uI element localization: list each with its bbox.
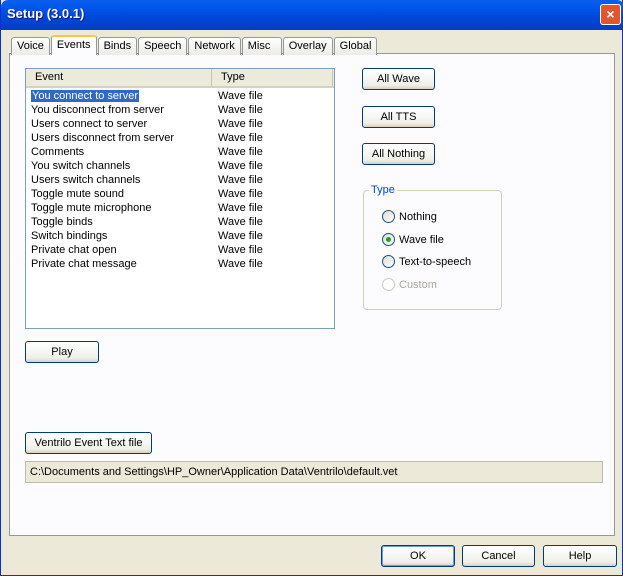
tab-global[interactable]: Global — [333, 37, 378, 55]
all-tts-button[interactable]: All TTS — [362, 106, 435, 128]
event-text-file-button[interactable]: Ventrilo Event Text file — [25, 432, 152, 454]
event-name: Users connect to server — [31, 118, 148, 130]
event-type: Wave file — [218, 160, 263, 172]
title-bar: Setup (3.0.1) — [1, 0, 623, 30]
radio-text-to-speech[interactable]: Text-to-speech — [382, 255, 471, 268]
help-button[interactable]: Help — [543, 545, 617, 567]
event-type: Wave file — [218, 216, 263, 228]
ok-button[interactable]: OK — [381, 545, 455, 567]
event-file-path: C:\Documents and Settings\HP_Owner\Appli… — [25, 461, 603, 483]
event-name: You switch channels — [31, 160, 131, 172]
event-type: Wave file — [218, 188, 263, 200]
radio-icon — [382, 278, 395, 291]
event-name: Toggle mute microphone — [31, 202, 152, 214]
radio-label: Nothing — [399, 210, 437, 223]
list-item[interactable]: You disconnect from server Wave file — [26, 103, 334, 117]
type-group: Type Nothing Wave file Text-to-speech Cu… — [363, 184, 502, 310]
list-item[interactable]: Toggle mute sound Wave file — [26, 187, 334, 201]
event-type: Wave file — [218, 132, 263, 144]
tab-binds[interactable]: Binds — [97, 37, 138, 55]
list-item[interactable]: Toggle mute microphone Wave file — [26, 201, 334, 215]
event-list[interactable]: Event Type You connect to server Wave fil… — [25, 68, 335, 329]
event-name: You connect to server — [31, 90, 139, 102]
tab-overlay[interactable]: Overlay — [282, 37, 333, 55]
radio-icon — [382, 255, 395, 268]
event-name: Toggle mute sound — [31, 188, 124, 200]
event-name: You disconnect from server — [31, 104, 164, 116]
event-name: Users switch channels — [31, 174, 141, 186]
event-name: Users disconnect from server — [31, 132, 175, 144]
list-item[interactable]: Private chat message Wave file — [26, 257, 334, 271]
tab-events[interactable]: Events — [50, 35, 97, 55]
event-type: Wave file — [218, 90, 263, 102]
play-button[interactable]: Play — [25, 341, 99, 363]
list-item[interactable]: Switch bindings Wave file — [26, 229, 334, 243]
event-type: Wave file — [218, 104, 263, 116]
column-event[interactable]: Event — [26, 69, 212, 86]
list-header: Event Type — [26, 69, 334, 88]
event-name: Private chat message — [31, 258, 137, 270]
column-type[interactable]: Type — [212, 69, 333, 86]
list-item[interactable]: Users disconnect from server Wave file — [26, 131, 334, 145]
event-type: Wave file — [218, 118, 263, 130]
window-title: Setup (3.0.1) — [7, 6, 85, 21]
event-type: Wave file — [218, 258, 263, 270]
tab-misc[interactable]: Misc — [241, 37, 282, 55]
setup-window: Setup (3.0.1) × Voice Events Binds Speec… — [0, 0, 623, 576]
list-item[interactable]: Comments Wave file — [26, 145, 334, 159]
radio-label: Wave file — [399, 233, 444, 246]
list-item[interactable]: You switch channels Wave file — [26, 159, 334, 173]
list-item[interactable]: Toggle binds Wave file — [26, 215, 334, 229]
event-type: Wave file — [218, 202, 263, 214]
radio-custom: Custom — [382, 278, 437, 291]
cancel-button[interactable]: Cancel — [462, 545, 535, 567]
tab-network[interactable]: Network — [188, 37, 241, 55]
all-nothing-button[interactable]: All Nothing — [362, 143, 435, 165]
radio-wave-file[interactable]: Wave file — [382, 233, 444, 246]
event-name: Comments — [31, 146, 85, 158]
list-item[interactable]: Private chat open Wave file — [26, 243, 334, 257]
list-item[interactable]: Users connect to server Wave file — [26, 117, 334, 131]
tab-bar: Voice Events Binds Speech Network Misc O… — [11, 35, 378, 55]
close-icon[interactable]: × — [600, 4, 621, 25]
event-type: Wave file — [218, 174, 263, 186]
all-wave-button[interactable]: All Wave — [362, 68, 435, 90]
list-item[interactable]: You connect to server Wave file — [26, 89, 334, 103]
tab-voice[interactable]: Voice — [11, 37, 50, 55]
tab-speech[interactable]: Speech — [138, 37, 188, 55]
event-name: Toggle binds — [31, 216, 93, 228]
event-type: Wave file — [218, 244, 263, 256]
event-type: Wave file — [218, 230, 263, 242]
type-group-label: Type — [369, 184, 397, 196]
radio-checked-icon — [382, 233, 395, 246]
event-name: Private chat open — [31, 244, 117, 256]
list-item[interactable]: Users switch channels Wave file — [26, 173, 334, 187]
radio-label: Custom — [399, 278, 437, 291]
event-name: Switch bindings — [31, 230, 108, 242]
event-type: Wave file — [218, 146, 263, 158]
radio-label: Text-to-speech — [399, 255, 472, 268]
radio-icon — [382, 210, 395, 223]
radio-nothing[interactable]: Nothing — [382, 210, 437, 223]
